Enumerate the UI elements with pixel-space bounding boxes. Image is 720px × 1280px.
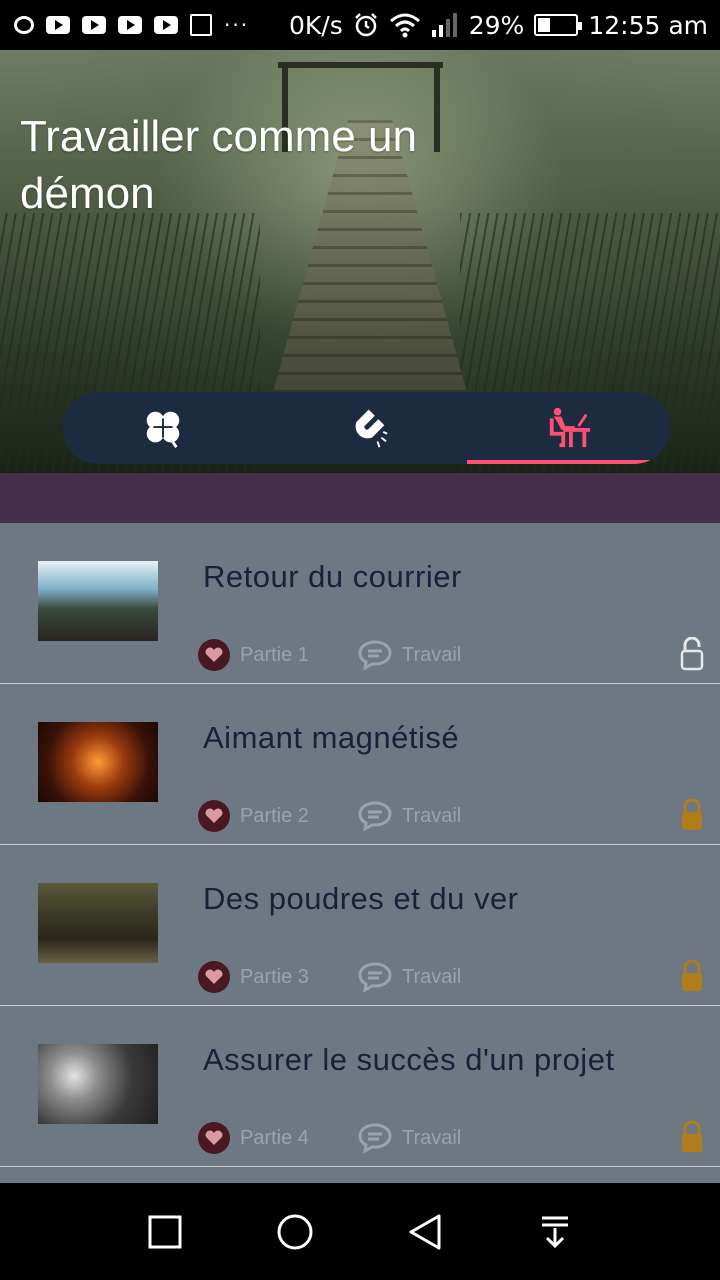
item-category: Travail — [402, 1126, 462, 1149]
more-notifications-icon: ··· — [224, 13, 250, 37]
youtube-notification-icon — [154, 16, 178, 34]
battery-icon — [534, 14, 583, 36]
magnet-icon — [355, 407, 388, 448]
youtube-notification-icon — [118, 16, 142, 34]
header-image: Travailler comme un démon — [0, 50, 720, 473]
item-part: Partie 4 — [240, 1126, 309, 1149]
image-notification-icon — [190, 14, 212, 36]
status-bar: ··· 0K/s 29% 12:55 am — [0, 0, 720, 50]
item-title: Des poudres et du ver — [203, 881, 519, 916]
item-thumbnail — [38, 1044, 158, 1124]
heart-icon — [198, 800, 230, 832]
recents-button[interactable] — [145, 1212, 185, 1252]
clock: 12:55 am — [588, 10, 708, 40]
desk-icon — [549, 407, 590, 448]
home-button[interactable] — [275, 1212, 315, 1252]
list-item[interactable]: Assurer le succès d'un projet Partie 4 T… — [0, 1006, 720, 1167]
item-category: Travail — [402, 965, 462, 988]
item-part: Partie 2 — [240, 804, 309, 827]
item-meta: Partie 3 Travail — [198, 961, 461, 993]
item-title: Retour du courrier — [203, 559, 462, 594]
youtube-notification-icon — [46, 16, 70, 34]
spell-list: Retour du courrier Partie 1 Travail Aima… — [0, 523, 720, 1183]
item-thumbnail — [38, 561, 158, 641]
alarm-icon — [354, 13, 377, 37]
youtube-notification-icon — [82, 16, 106, 34]
lock-icon — [682, 798, 702, 830]
item-thumbnail — [38, 883, 158, 963]
list-item[interactable]: Retour du courrier Partie 1 Travail — [0, 523, 720, 684]
item-part: Partie 3 — [240, 965, 309, 988]
tab-work[interactable] — [467, 392, 670, 464]
unlocked-icon — [680, 637, 704, 671]
notification-pulldown-button[interactable] — [535, 1212, 575, 1252]
item-category: Travail — [402, 643, 462, 666]
list-item[interactable]: Des poudres et du ver Partie 3 Travail — [0, 845, 720, 1006]
wifi-icon — [389, 13, 420, 38]
system-navigation-bar — [0, 1183, 720, 1280]
heart-icon — [198, 639, 230, 671]
network-speed: 0K/s — [289, 10, 343, 40]
back-button[interactable] — [405, 1212, 445, 1252]
item-meta: Partie 1 Travail — [198, 639, 461, 671]
chat-bubble-icon — [358, 801, 392, 831]
heart-icon — [198, 1122, 230, 1154]
chat-notification-icon — [14, 16, 34, 34]
triangle-back-icon — [409, 1214, 441, 1249]
item-meta: Partie 4 Travail — [198, 1122, 461, 1154]
item-part: Partie 1 — [240, 643, 309, 666]
page-title: Travailler comme un démon — [20, 112, 417, 218]
item-title: Aimant magnétisé — [203, 720, 460, 755]
chat-bubble-icon — [358, 1123, 392, 1153]
list-item[interactable]: Aimant magnétisé Partie 2 Travail — [0, 684, 720, 845]
pull-down-icon — [542, 1216, 568, 1248]
heart-icon — [198, 961, 230, 993]
clover-icon — [147, 411, 180, 448]
circle-icon — [277, 1214, 313, 1249]
chat-bubble-icon — [358, 640, 392, 670]
lock-icon — [682, 1120, 702, 1152]
signal-icon — [431, 13, 457, 37]
square-icon — [148, 1215, 182, 1248]
item-thumbnail — [38, 722, 158, 802]
chat-bubble-icon — [358, 962, 392, 992]
section-band — [0, 473, 720, 523]
lock-icon — [682, 959, 702, 991]
item-title: Assurer le succès d'un projet — [203, 1042, 615, 1077]
item-category: Travail — [402, 804, 462, 827]
battery-percent: 29% — [468, 10, 525, 40]
item-meta: Partie 2 Travail — [198, 800, 461, 832]
tab-attraction[interactable] — [265, 392, 468, 464]
tab-luck[interactable] — [62, 392, 265, 464]
tab-bar — [62, 392, 670, 464]
